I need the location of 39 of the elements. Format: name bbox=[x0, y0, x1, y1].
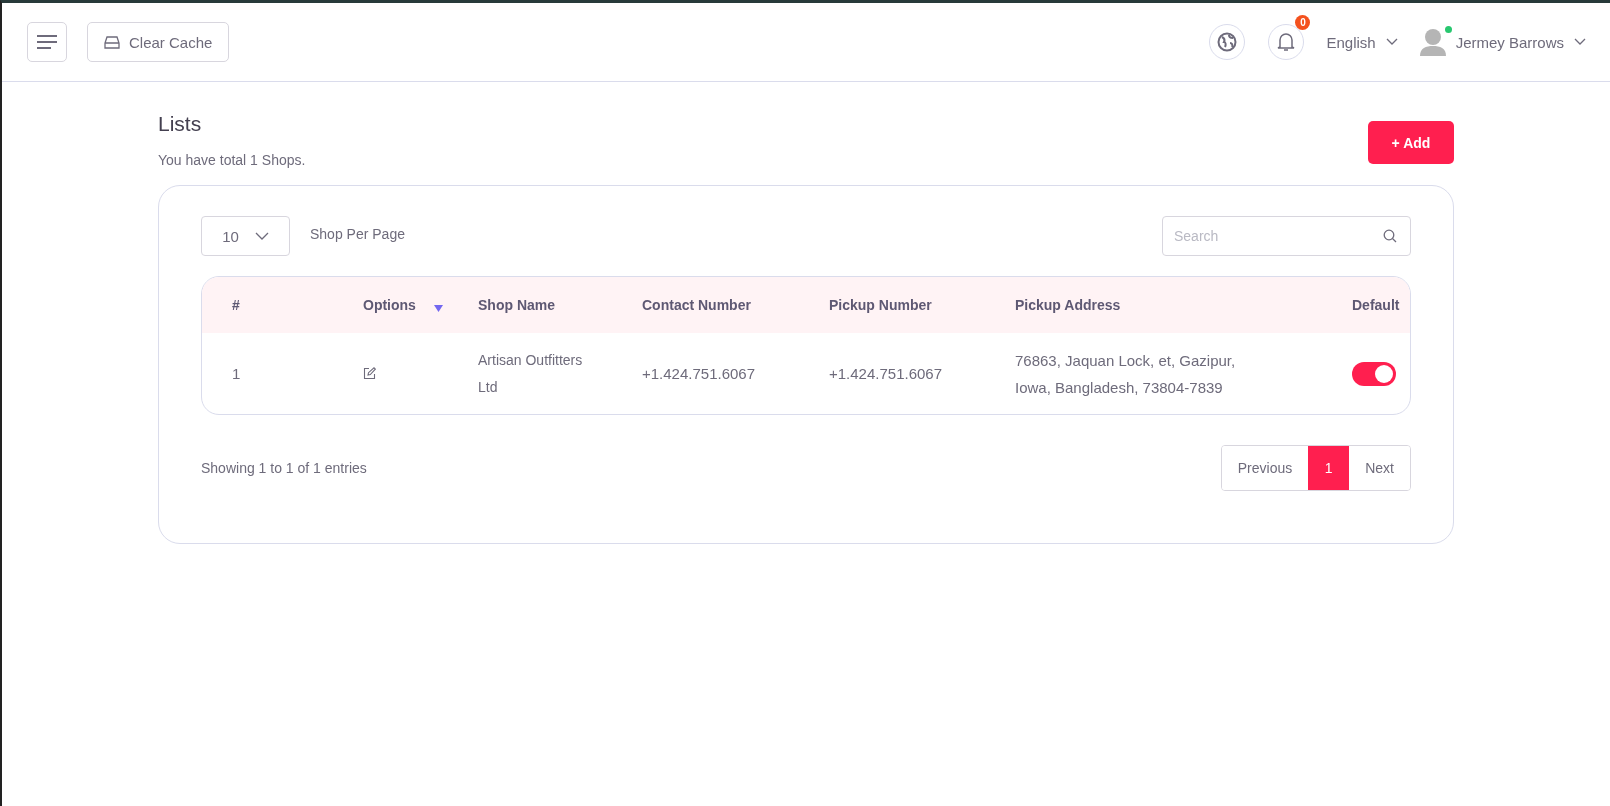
sort-arrow-icon bbox=[433, 304, 443, 312]
clear-cache-button[interactable]: Clear Cache bbox=[87, 22, 230, 62]
column-header: Shop Name bbox=[478, 297, 555, 313]
add-button[interactable]: + Add bbox=[1368, 121, 1454, 164]
language-dropdown[interactable]: English bbox=[1326, 33, 1398, 51]
globe-icon bbox=[1217, 32, 1238, 52]
column-header: Pickup Number bbox=[829, 297, 932, 313]
bell-icon bbox=[1277, 32, 1296, 52]
toggle-switch[interactable] bbox=[1352, 361, 1396, 386]
column-header: Default bbox=[1352, 297, 1400, 313]
column-header: Contact Number bbox=[642, 297, 751, 313]
search-field[interactable]: Search bbox=[1162, 216, 1411, 256]
drive-icon bbox=[104, 35, 120, 49]
table-cell: +1.424.751.6067 bbox=[642, 365, 756, 382]
table-cell-text: 76863, Jaquan Lock, et, Gazipur, Iowa, Bangladesh, 73804-7839 bbox=[1015, 350, 1237, 398]
avatar-icon bbox=[1419, 28, 1446, 56]
menu-icon bbox=[37, 35, 57, 49]
column-header: Pickup Address bbox=[1015, 297, 1121, 313]
chevron-down-icon bbox=[1574, 38, 1586, 46]
table-cell: +1.424.751.6067 bbox=[829, 365, 943, 382]
menu-button[interactable] bbox=[27, 22, 67, 62]
entries-info: Showing 1 to 1 of 1 entries bbox=[201, 460, 367, 476]
table-cell: 1 bbox=[232, 365, 241, 382]
page-button[interactable]: 1 bbox=[1308, 446, 1350, 490]
per-page-select[interactable]: 10 bbox=[201, 216, 290, 256]
notification-badge: 0 bbox=[1295, 15, 1311, 30]
chevron-down-icon bbox=[254, 232, 269, 240]
table-cell-text: Artisan Outfitters Ltd bbox=[478, 350, 584, 397]
user-menu[interactable]: Jermey Barrows bbox=[1419, 28, 1586, 56]
search-icon bbox=[1383, 229, 1397, 243]
column-header[interactable]: Options bbox=[363, 297, 443, 313]
column-header: # bbox=[232, 297, 240, 313]
chevron-down-icon bbox=[1385, 38, 1398, 46]
page-title: Lists bbox=[158, 112, 203, 136]
edit-icon[interactable] bbox=[363, 367, 376, 380]
page-subtitle: You have total 1 Shops. bbox=[158, 152, 306, 168]
globe-button[interactable] bbox=[1209, 24, 1246, 60]
notifications-button[interactable] bbox=[1268, 24, 1305, 60]
per-page-label: Shop Per Page bbox=[310, 226, 405, 242]
